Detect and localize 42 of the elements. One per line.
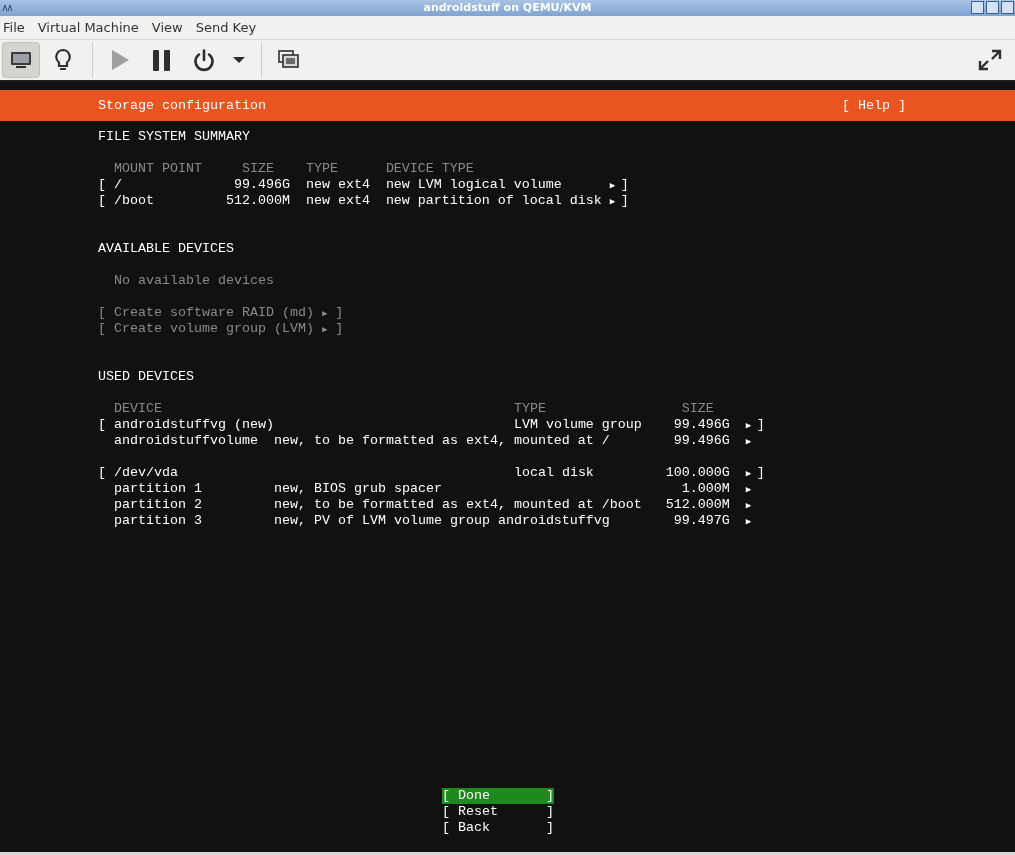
menu-item[interactable]: File bbox=[2, 17, 32, 38]
menu-item[interactable]: Virtual Machine bbox=[36, 17, 146, 38]
action-button[interactable]: [ Back ] bbox=[441, 820, 554, 836]
close-button[interactable] bbox=[1001, 1, 1014, 14]
mount-row[interactable]: [ / 99.496G new ext4 new LVM logical volume ▶ ] bbox=[98, 177, 629, 193]
toolbar-button[interactable] bbox=[2, 42, 40, 78]
window-menu-icon[interactable] bbox=[2, 3, 13, 12]
action-button[interactable]: [ Reset ] bbox=[441, 804, 554, 820]
fullscreen-icon bbox=[977, 48, 1003, 72]
action-button[interactable]: [ Done ] bbox=[441, 788, 554, 804]
maximize-button[interactable] bbox=[986, 1, 999, 14]
window-title: androidstuff on QEMU/KVM bbox=[423, 0, 592, 16]
device-row[interactable]: partition 2 new, to be formatted as ext4, mounted at /boot 512.000M ▶ bbox=[114, 497, 752, 513]
column-header: SIZE bbox=[680, 401, 715, 417]
section-heading: USED DEVICES bbox=[98, 369, 194, 385]
help-button[interactable]: [ Help ] bbox=[842, 97, 906, 114]
status-message: No available devices bbox=[114, 273, 274, 289]
section-heading: AVAILABLE DEVICES bbox=[98, 241, 234, 257]
device-row[interactable]: androidstuffvolume new, to be formatted as ext4, mounted at / 99.496G ▶ bbox=[114, 433, 752, 449]
light-bulb-icon bbox=[54, 48, 72, 72]
device-row[interactable]: partition 1 new, BIOS grub spacer 1.000M ▶ bbox=[114, 481, 752, 497]
column-header: MOUNT POINT bbox=[114, 161, 203, 177]
device-row[interactable]: [ /dev/vda local disk 100.000G ▶ ] bbox=[98, 465, 765, 481]
column-header: TYPE bbox=[513, 401, 547, 417]
caret-icon bbox=[233, 57, 245, 63]
column-header: DEVICE bbox=[114, 401, 163, 417]
play-icon bbox=[111, 50, 129, 70]
column-header: TYPE bbox=[305, 161, 339, 177]
stacked-screens-icon bbox=[278, 50, 300, 70]
minimize-button[interactable] bbox=[971, 1, 984, 14]
menu-item[interactable]: Send Key bbox=[194, 17, 264, 38]
device-row[interactable]: [ androidstuffvg (new) LVM volume group 99.496G ▶ ] bbox=[98, 417, 765, 433]
menu-item[interactable]: View bbox=[150, 17, 190, 38]
monitor-icon bbox=[10, 50, 32, 70]
pause-icon bbox=[153, 49, 171, 71]
device-row[interactable]: partition 3 new, PV of LVM volume group androidstuffvg 99.497G ▶ bbox=[114, 513, 752, 529]
section-heading: FILE SYSTEM SUMMARY bbox=[98, 129, 250, 145]
power-icon bbox=[193, 48, 215, 72]
screen-title: Storage configuration bbox=[98, 97, 266, 114]
column-header: DEVICE TYPE bbox=[385, 161, 475, 177]
column-header: SIZE bbox=[240, 161, 275, 177]
mount-row[interactable]: [ /boot 512.000M new ext4 new partition of local disk ▶ ] bbox=[98, 193, 629, 209]
